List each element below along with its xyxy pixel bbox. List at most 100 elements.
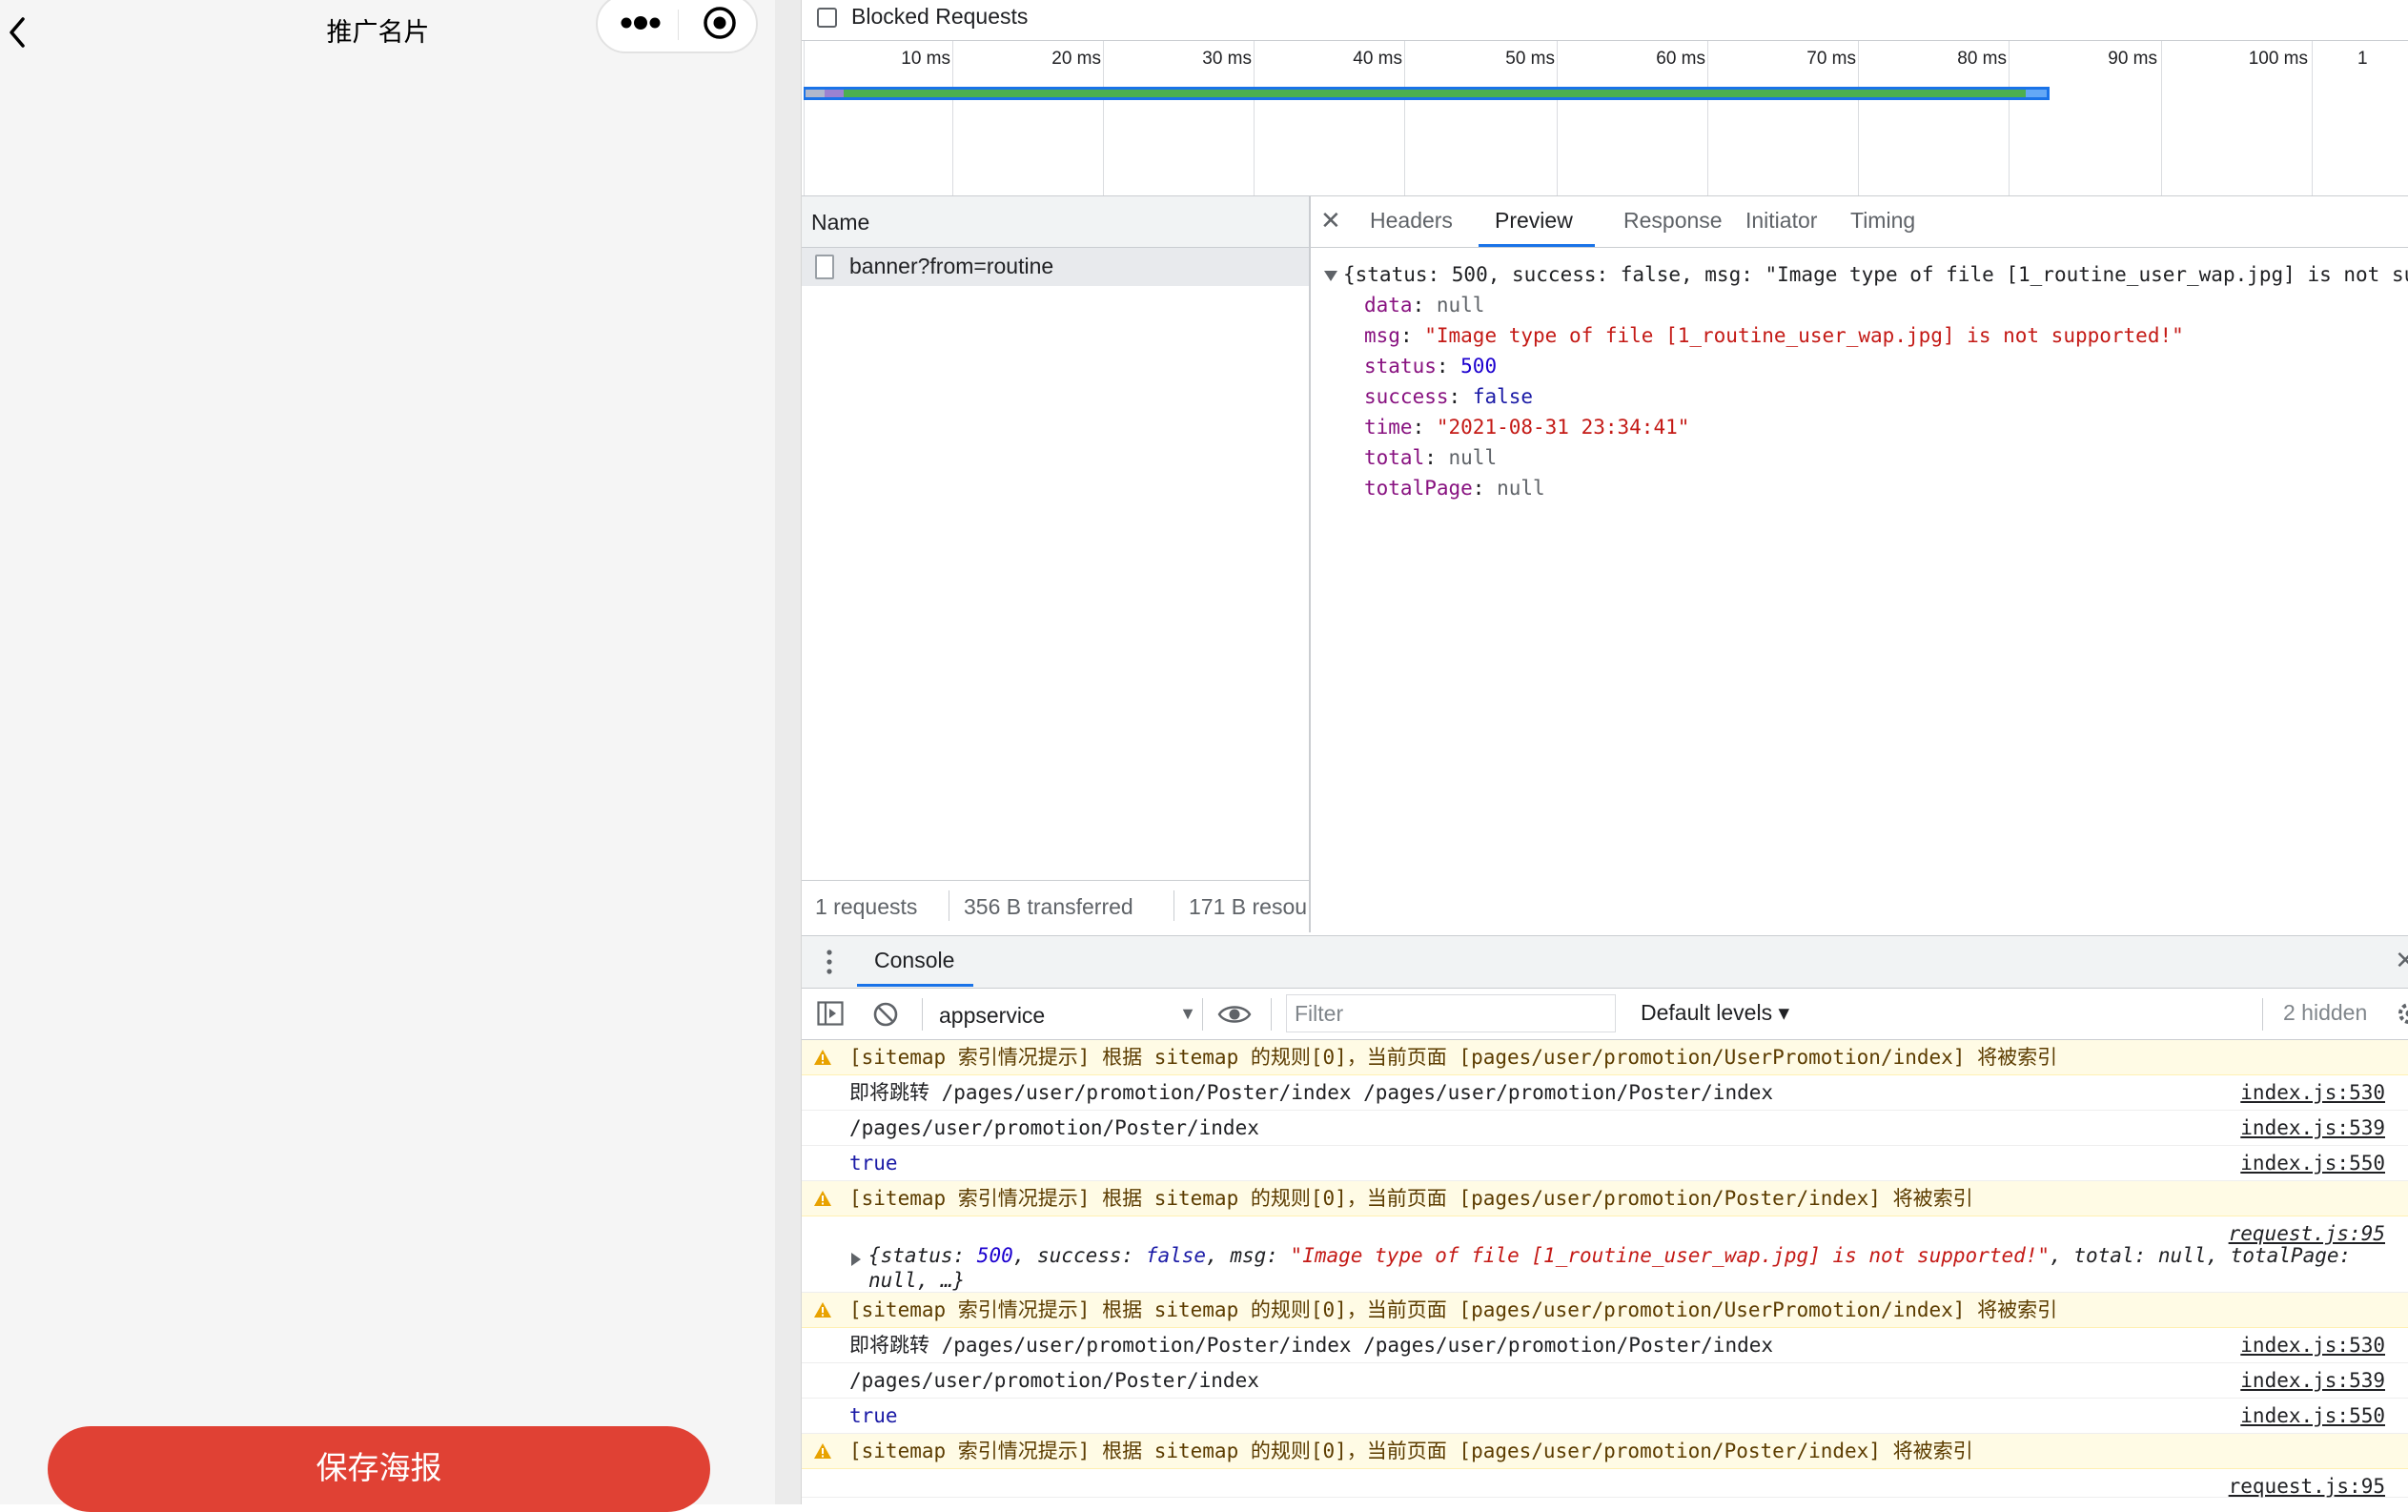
source-link[interactable]: request.js:95 (2229, 1469, 2385, 1503)
capsule-divider (678, 10, 679, 40)
context-selector[interactable]: appservice ▼ (939, 996, 1196, 1032)
timeline-tick-label: 100 ms (2194, 49, 2308, 70)
message-text: [sitemap 索引情况提示] 根据 sitemap 的规则[0]，当前页面 … (849, 1440, 1973, 1462)
tab-response[interactable]: Response (1623, 208, 1723, 234)
blocked-requests-checkbox[interactable] (817, 8, 837, 28)
detail-tab-bar: ✕ Headers Preview Response Initiator Tim… (1311, 196, 2408, 248)
json-value: null (1437, 294, 1485, 317)
request-row[interactable]: banner?from=routine (802, 248, 1309, 286)
close-icon[interactable]: ✕ (1320, 206, 1341, 235)
timeline-grid-line (1858, 41, 1859, 195)
message-text: /pages/user/promotion/Poster/index (849, 1369, 1259, 1392)
tab-timing[interactable]: Timing (1850, 208, 1915, 234)
json-value: null (1497, 477, 1545, 500)
timeline-grid-line (2161, 41, 2162, 195)
console-warning[interactable]: [sitemap 索引情况提示] 根据 sitemap 的规则[0]，当前页面 … (802, 1181, 2408, 1216)
console-log[interactable]: true index.js:550 (802, 1399, 2408, 1434)
name-column-header[interactable]: Name (802, 196, 1309, 248)
console-log[interactable]: 即将跳转 /pages/user/promotion/Poster/index … (802, 1075, 2408, 1111)
waterfall-download-segment (2026, 90, 2047, 97)
timeline-grid-line (1557, 41, 1558, 195)
waterfall-stalled-segment (825, 90, 844, 97)
close-icon[interactable]: ✕ (2395, 946, 2408, 975)
save-poster-button[interactable]: 保存海报 (48, 1426, 710, 1512)
message-text: [sitemap 索引情况提示] 根据 sitemap 的规则[0]，当前页面 … (849, 1187, 1973, 1210)
source-link[interactable]: index.js:530 (2240, 1075, 2385, 1110)
log-levels-dropdown[interactable]: Default levels ▾ (1641, 1000, 1789, 1026)
nav-bar: 推广名片 (0, 0, 775, 63)
source-link[interactable]: index.js:550 (2240, 1399, 2385, 1433)
timeline-tick-label: 20 ms (987, 49, 1101, 70)
json-key: totalPage (1364, 477, 1473, 500)
timeline-grid-line (2312, 41, 2313, 195)
json-key: success (1364, 385, 1449, 408)
timeline-tick-label: 30 ms (1137, 49, 1252, 70)
name-column-label: Name (811, 210, 869, 235)
object-value: false (1146, 1244, 1206, 1267)
network-summary-bar: 1 requests 356 B transferred 171 B resou (802, 880, 1309, 932)
panel-gutter[interactable] (775, 0, 802, 1504)
console-messages: [sitemap 索引情况提示] 根据 sitemap 的规则[0]，当前页面 … (802, 1040, 2408, 1504)
source-link[interactable]: index.js:550 (2240, 1146, 2385, 1180)
console-object-log[interactable]: request.js:95 (802, 1469, 2408, 1498)
json-root-summary[interactable]: {status: 500, success: false, msg: "Imag… (1324, 259, 2408, 290)
tab-initiator[interactable]: Initiator (1745, 208, 1817, 234)
json-prop-time: time: "2021-08-31 23:34:41" (1364, 412, 1689, 442)
json-prop-total: total: null (1364, 442, 1497, 473)
sidebar-icon[interactable] (817, 1001, 844, 1026)
devtools-panel: Blocked Requests 10 ms 20 ms 30 ms 40 ms… (802, 0, 2408, 1504)
message-text: 即将跳转 /pages/user/promotion/Poster/index … (849, 1334, 1773, 1357)
json-prop-data: data: null (1364, 290, 1484, 320)
blocked-requests-label: Blocked Requests (851, 4, 1028, 30)
toolbar-divider (2262, 998, 2263, 1031)
clear-icon[interactable] (872, 1001, 899, 1028)
json-value: "Image type of file [1_routine_user_wap.… (1424, 324, 2184, 347)
console-log[interactable]: true index.js:550 (802, 1146, 2408, 1181)
expand-triangle-icon[interactable] (851, 1253, 861, 1266)
target-close-icon[interactable] (691, 0, 748, 50)
toolbar-divider (1202, 998, 1203, 1031)
timeline-tick-label: 90 ms (2043, 49, 2157, 70)
console-warning[interactable]: [sitemap 索引情况提示] 根据 sitemap 的规则[0]，当前页面 … (802, 1293, 2408, 1328)
tab-console[interactable]: Console (874, 948, 954, 973)
json-key: msg (1364, 324, 1400, 347)
console-log[interactable]: 即将跳转 /pages/user/promotion/Poster/index … (802, 1328, 2408, 1363)
summary-resources: 171 B resou (1189, 894, 1307, 920)
timeline-tick-label: 10 ms (836, 49, 950, 70)
message-text: 即将跳转 /pages/user/promotion/Poster/index … (849, 1081, 1773, 1104)
message-text: true (849, 1152, 898, 1175)
console-log[interactable]: /pages/user/promotion/Poster/index index… (802, 1111, 2408, 1146)
eye-icon[interactable] (1217, 1001, 1252, 1028)
more-dots-icon[interactable] (607, 0, 674, 50)
json-value: 500 (1460, 355, 1497, 378)
filter-input[interactable] (1286, 994, 1616, 1032)
json-value: "2021-08-31 23:34:41" (1437, 416, 1690, 439)
source-link[interactable]: index.js:539 (2240, 1111, 2385, 1145)
network-overview-timeline[interactable]: 10 ms 20 ms 30 ms 40 ms 50 ms 60 ms 70 m… (802, 40, 2408, 196)
message-text: [sitemap 索引情况提示] 根据 sitemap 的规则[0]，当前页面 … (849, 1046, 2057, 1069)
message-text: [sitemap 索引情况提示] 根据 sitemap 的规则[0]，当前页面 … (849, 1298, 2057, 1321)
source-link[interactable]: index.js:539 (2240, 1363, 2385, 1398)
request-list-panel: Name banner?from=routine 1 requests 356 … (802, 196, 1311, 932)
console-log[interactable]: /pages/user/promotion/Poster/index index… (802, 1363, 2408, 1399)
json-summary-text: {status: 500, success: false, msg: "Imag… (1343, 263, 2408, 286)
source-link[interactable]: index.js:530 (2240, 1328, 2385, 1362)
tab-preview[interactable]: Preview (1495, 208, 1573, 234)
object-text: {status: (868, 1244, 977, 1267)
json-key: data (1364, 294, 1413, 317)
timeline-grid-line (952, 41, 953, 195)
toolbar-divider (1271, 998, 1272, 1031)
summary-requests: 1 requests (815, 894, 917, 920)
console-warning[interactable]: [sitemap 索引情况提示] 根据 sitemap 的规则[0]，当前页面 … (802, 1434, 2408, 1469)
json-prop-success: success: false (1364, 381, 1533, 412)
console-warning[interactable]: [sitemap 索引情况提示] 根据 sitemap 的规则[0]，当前页面 … (802, 1040, 2408, 1075)
tab-headers[interactable]: Headers (1370, 208, 1453, 234)
console-object-log[interactable]: request.js:95 {status: 500, success: fal… (802, 1216, 2408, 1293)
json-prop-msg: msg: "Image type of file [1_routine_user… (1364, 320, 2184, 351)
drawer-menu-icon[interactable] (826, 948, 832, 976)
timeline-tick-label: 50 ms (1440, 49, 1555, 70)
timeline-grid-line (1254, 41, 1255, 195)
gear-icon[interactable] (2396, 1000, 2408, 1027)
timeline-tick-label: 70 ms (1742, 49, 1856, 70)
warning-icon (813, 1301, 832, 1318)
